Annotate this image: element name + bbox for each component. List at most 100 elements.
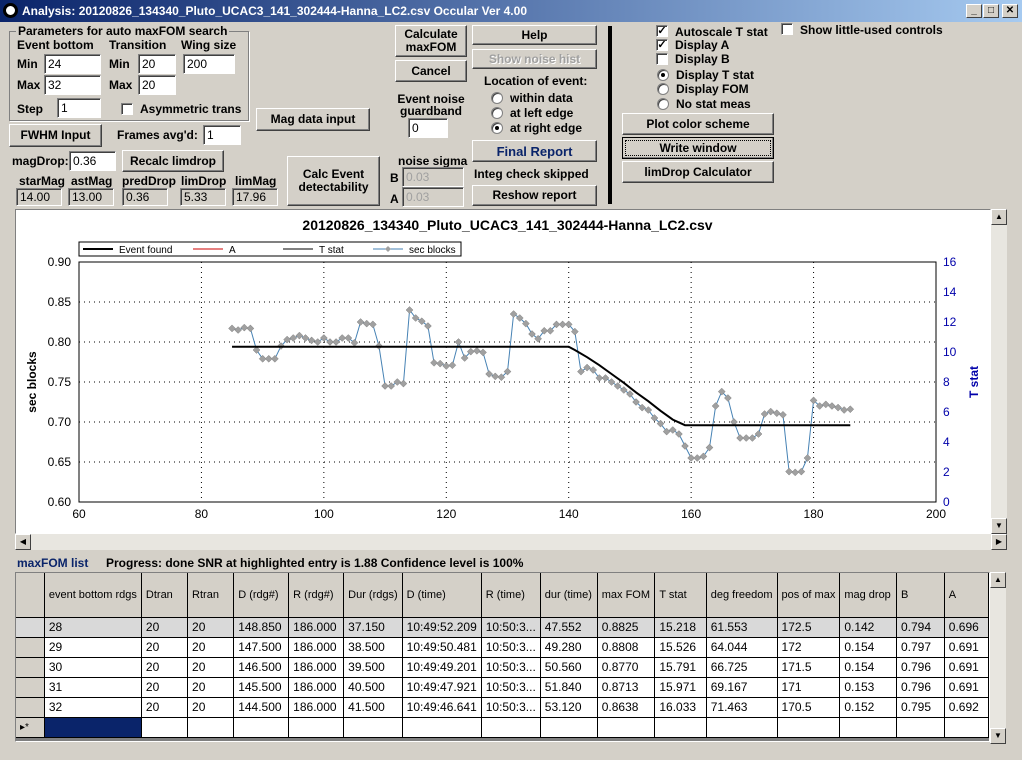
- col-header[interactable]: R (rdg#): [288, 573, 345, 618]
- grid-vertical-scrollbar[interactable]: ▲ ▼: [990, 572, 1006, 744]
- table-cell[interactable]: 186.000: [288, 617, 345, 638]
- table-cell[interactable]: 71.463: [706, 697, 778, 718]
- table-cell[interactable]: 0.794: [896, 617, 945, 638]
- table-cell[interactable]: 40.500: [343, 677, 403, 698]
- event-noise-guardband-input[interactable]: 0: [408, 118, 448, 138]
- table-cell[interactable]: 0.691: [944, 637, 989, 658]
- table-cell[interactable]: 0.153: [839, 677, 897, 698]
- row-selector[interactable]: [16, 677, 45, 698]
- show-noise-hist-button[interactable]: Show noise hist: [472, 49, 597, 69]
- table-cell[interactable]: 20: [187, 657, 235, 678]
- row-selector[interactable]: [16, 617, 45, 638]
- col-header[interactable]: Dtran: [141, 573, 189, 618]
- maximize-button[interactable]: □: [983, 4, 999, 18]
- table-cell[interactable]: 170.5: [777, 697, 841, 718]
- new-row[interactable]: ▸*: [16, 717, 989, 738]
- table-cell[interactable]: 186.000: [288, 637, 345, 658]
- new-row-cell[interactable]: [141, 717, 189, 738]
- grid-scroll-down-icon[interactable]: ▼: [990, 728, 1006, 744]
- new-row-cell[interactable]: [288, 717, 345, 738]
- table-cell[interactable]: 30: [44, 657, 142, 678]
- new-row-cell[interactable]: [343, 717, 403, 738]
- transition-min-input[interactable]: 20: [138, 54, 176, 74]
- table-cell[interactable]: 0.8825: [597, 617, 656, 638]
- table-cell[interactable]: 10:50:3...: [481, 677, 541, 698]
- table-cell[interactable]: 31: [44, 677, 142, 698]
- magdrop-input[interactable]: 0.36: [69, 151, 116, 171]
- fwhm-input-button[interactable]: FWHM Input: [9, 124, 102, 147]
- chart-horizontal-scrollbar[interactable]: ◀ ▶: [15, 534, 1007, 550]
- loc-within-radio[interactable]: [491, 92, 503, 104]
- table-cell[interactable]: 37.150: [343, 617, 403, 638]
- table-cell[interactable]: 0.796: [896, 657, 945, 678]
- table-cell[interactable]: 186.000: [288, 657, 345, 678]
- new-row-cell[interactable]: [402, 717, 482, 738]
- table-cell[interactable]: 10:49:47.921: [402, 677, 482, 698]
- table-cell[interactable]: 0.154: [839, 637, 897, 658]
- noise-b-input[interactable]: 0.03: [402, 167, 464, 187]
- limdrop-calculator-button[interactable]: limDrop Calculator: [622, 161, 774, 183]
- table-cell[interactable]: 38.500: [343, 637, 403, 658]
- table-row[interactable]: 28 20 20 148.850 186.000 37.150 10:49:52.209 10…: [16, 617, 989, 638]
- col-header[interactable]: B: [896, 573, 945, 618]
- table-cell[interactable]: 0.796: [896, 677, 945, 698]
- table-cell[interactable]: 20: [141, 637, 189, 658]
- wing-size-input[interactable]: 200: [183, 54, 235, 74]
- table-cell[interactable]: 47.552: [540, 617, 598, 638]
- table-cell[interactable]: 10:50:3...: [481, 617, 541, 638]
- col-header[interactable]: D (time): [402, 573, 482, 618]
- autoscale-checkbox[interactable]: ✓: [656, 25, 668, 37]
- table-cell[interactable]: 147.500: [233, 637, 290, 658]
- step-input[interactable]: 1: [57, 98, 101, 118]
- new-row-cell[interactable]: [597, 717, 656, 738]
- minimize-button[interactable]: _: [966, 4, 982, 18]
- new-row-cell[interactable]: [540, 717, 598, 738]
- table-cell[interactable]: 172: [777, 637, 841, 658]
- table-cell[interactable]: 0.8770: [597, 657, 656, 678]
- table-cell[interactable]: 0.8713: [597, 677, 656, 698]
- table-cell[interactable]: 28: [44, 617, 142, 638]
- table-cell[interactable]: 16.033: [654, 697, 707, 718]
- table-cell[interactable]: 15.791: [654, 657, 707, 678]
- table-cell[interactable]: 0.696: [944, 617, 989, 638]
- frames-avgd-input[interactable]: 1: [203, 125, 241, 145]
- table-cell[interactable]: 29: [44, 637, 142, 658]
- table-cell[interactable]: 53.120: [540, 697, 598, 718]
- table-cell[interactable]: 20: [141, 697, 189, 718]
- table-cell[interactable]: 51.840: [540, 677, 598, 698]
- table-row[interactable]: 31 20 20 145.500 186.000 40.500 10:49:47.921 10…: [16, 677, 989, 698]
- table-cell[interactable]: 145.500: [233, 677, 290, 698]
- plot-color-scheme-button[interactable]: Plot color scheme: [622, 113, 774, 135]
- table-cell[interactable]: 10:49:50.481: [402, 637, 482, 658]
- new-row-cell[interactable]: [944, 717, 989, 738]
- table-cell[interactable]: 15.526: [654, 637, 707, 658]
- col-header[interactable]: A: [944, 573, 989, 618]
- table-cell[interactable]: 148.850: [233, 617, 290, 638]
- table-cell[interactable]: 32: [44, 697, 142, 718]
- table-cell[interactable]: 171: [777, 677, 841, 698]
- cancel-button[interactable]: Cancel: [395, 60, 467, 82]
- reshow-report-button[interactable]: Reshow report: [472, 185, 597, 206]
- recalc-limdrop-button[interactable]: Recalc limdrop: [122, 150, 224, 172]
- table-cell[interactable]: 20: [187, 697, 235, 718]
- new-row-cell[interactable]: [896, 717, 945, 738]
- chart-scroll-down-icon[interactable]: ▼: [991, 518, 1007, 534]
- table-cell[interactable]: 0.154: [839, 657, 897, 678]
- table-cell[interactable]: 69.167: [706, 677, 778, 698]
- table-cell[interactable]: 0.8808: [597, 637, 656, 658]
- new-row-cell[interactable]: [654, 717, 707, 738]
- transition-max-input[interactable]: 20: [138, 75, 176, 95]
- no-stat-radio[interactable]: [657, 98, 669, 110]
- col-header[interactable]: deg freedom: [706, 573, 778, 618]
- show-little-used-checkbox[interactable]: [781, 23, 793, 35]
- event-bottom-min-input[interactable]: 24: [44, 54, 101, 74]
- new-row-cell[interactable]: [233, 717, 290, 738]
- table-cell[interactable]: 10:50:3...: [481, 697, 541, 718]
- table-cell[interactable]: 186.000: [288, 677, 345, 698]
- mag-data-input-button[interactable]: Mag data input: [256, 108, 370, 131]
- table-cell[interactable]: 64.044: [706, 637, 778, 658]
- table-row[interactable]: 32 20 20 144.500 186.000 41.500 10:49:46.641 10…: [16, 697, 989, 718]
- table-cell[interactable]: 172.5: [777, 617, 841, 638]
- display-b-checkbox[interactable]: [656, 53, 668, 65]
- loc-right-radio[interactable]: [491, 122, 503, 134]
